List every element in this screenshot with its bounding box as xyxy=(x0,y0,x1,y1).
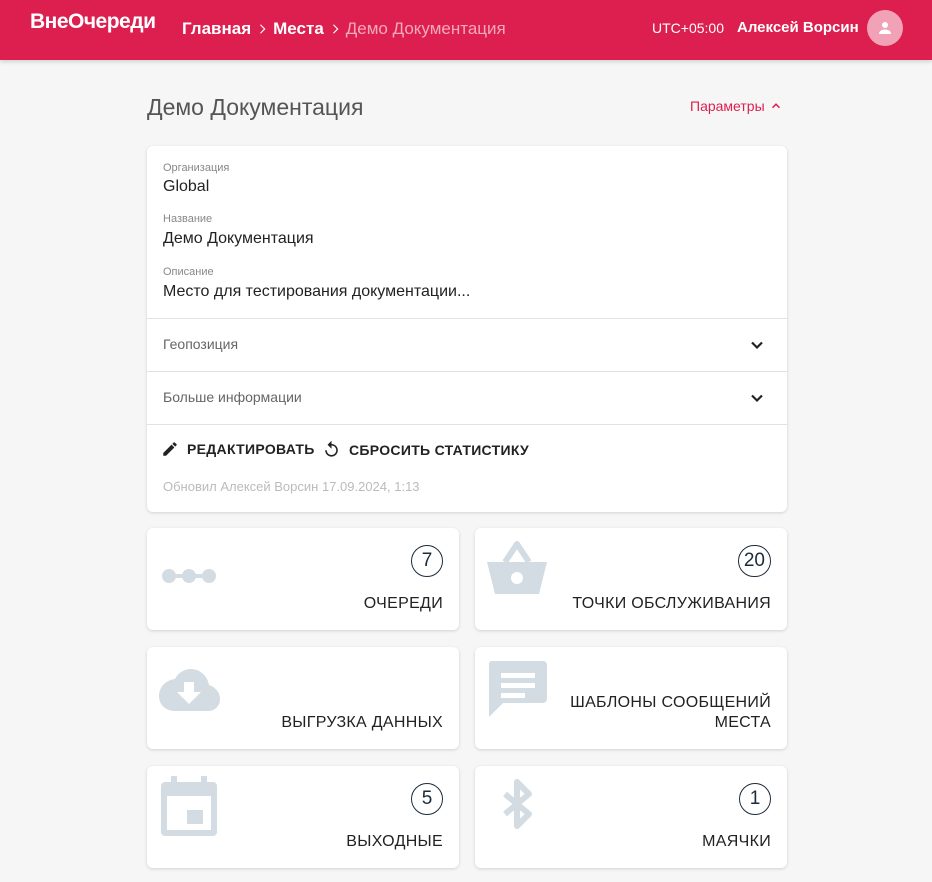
geo-label: Геопозиция xyxy=(163,336,239,352)
divider xyxy=(147,424,787,425)
beacons-label: МАЯЧКИ xyxy=(702,833,771,850)
avatar[interactable] xyxy=(867,10,903,46)
reset-stats-button[interactable]: СБРОСИТЬ СТАТИСТИКУ xyxy=(322,440,529,459)
tile-beacons[interactable]: 1 МАЯЧКИ xyxy=(475,766,787,868)
more-info-label: Больше информации xyxy=(163,389,302,405)
basket-icon xyxy=(487,541,547,594)
desc-value: Место для тестирования документации... xyxy=(163,283,471,300)
reset-label: СБРОСИТЬ СТАТИСТИКУ xyxy=(349,441,530,458)
breadcrumb: Главная Места Демо Документация xyxy=(182,18,506,40)
updated-info: Обновил Алексей Ворсин 17.09.2024, 1:13 xyxy=(163,479,420,494)
geo-accordion[interactable]: Геопозиция xyxy=(147,319,787,371)
page-title: Демо Документация xyxy=(147,94,364,120)
data-export-label-line: ВЫГРУЗКА ДАННЫХ xyxy=(281,714,443,731)
params-toggle[interactable]: Параметры xyxy=(690,98,783,114)
calendar-icon xyxy=(161,776,217,836)
name-value: Демо Документация xyxy=(163,230,314,247)
chevron-down-icon xyxy=(751,394,763,403)
top-bar: ВнеОчереди Главная Места Демо Документац… xyxy=(0,0,932,60)
breadcrumb-current: Демо Документация xyxy=(345,19,506,38)
chevron-right-icon xyxy=(324,18,346,40)
queue-icon xyxy=(162,569,216,583)
desc-label: Описание xyxy=(163,266,214,278)
person-icon xyxy=(879,22,891,34)
breadcrumb-places[interactable]: Места xyxy=(273,19,324,39)
chevron-right-icon xyxy=(251,18,273,40)
tile-message-templates[interactable]: ШАБЛОНЫ СООБЩЕНИЙ МЕСТА xyxy=(475,647,787,749)
app-logo[interactable]: ВнеОчереди xyxy=(30,10,156,34)
chevron-up-icon xyxy=(771,103,780,109)
breadcrumb-home[interactable]: Главная xyxy=(182,19,251,39)
queues-label: ОЧЕРЕДИ xyxy=(363,595,443,612)
tile-service-points[interactable]: 20 ТОЧКИ ОБСЛУЖИВАНИЯ xyxy=(475,528,787,630)
edit-label: РЕДАКТИРОВАТЬ xyxy=(187,441,315,457)
holidays-count: 5 xyxy=(411,783,443,815)
name-label: Название xyxy=(163,213,213,225)
place-info-card: Организация Global Название Демо Докумен… xyxy=(147,146,787,512)
service-points-count: 20 xyxy=(737,545,771,577)
reset-icon xyxy=(325,440,338,457)
queues-count: 7 xyxy=(411,545,443,577)
timezone-label[interactable]: UTC+05:00 xyxy=(652,20,724,36)
tile-holidays[interactable]: 5 ВЫХОДНЫЕ xyxy=(147,766,459,868)
data-export-label: ВЫГРУЗКА ДАННЫХ xyxy=(281,713,443,733)
service-points-label: ТОЧКИ ОБСЛУЖИВАНИЯ xyxy=(572,595,771,612)
tile-data-export[interactable]: ВЫГРУЗКА ДАННЫХ xyxy=(147,647,459,749)
beacons-count: 1 xyxy=(739,783,771,815)
pencil-icon xyxy=(163,442,177,456)
org-label: Организация xyxy=(163,162,230,174)
chevron-down-icon xyxy=(751,341,763,350)
cloud-download-icon xyxy=(159,669,220,711)
edit-button[interactable]: РЕДАКТИРОВАТЬ xyxy=(161,440,315,458)
holidays-label: ВЫХОДНЫЕ xyxy=(346,833,443,850)
bluetooth-icon xyxy=(503,779,532,829)
message-templates-label: ШАБЛОНЫ СООБЩЕНИЙ МЕСТА xyxy=(570,693,771,733)
tile-queues[interactable]: 7 ОЧЕРЕДИ xyxy=(147,528,459,630)
more-info-accordion[interactable]: Больше информации xyxy=(147,372,787,424)
user-name[interactable]: Алексей Ворсин xyxy=(737,19,859,36)
message-icon xyxy=(488,661,547,717)
message-templates-label-line2: МЕСТА xyxy=(714,714,771,731)
params-label: Параметры xyxy=(690,98,765,114)
org-value: Global xyxy=(163,178,210,195)
message-templates-label-line1: ШАБЛОНЫ СООБЩЕНИЙ xyxy=(570,694,771,711)
